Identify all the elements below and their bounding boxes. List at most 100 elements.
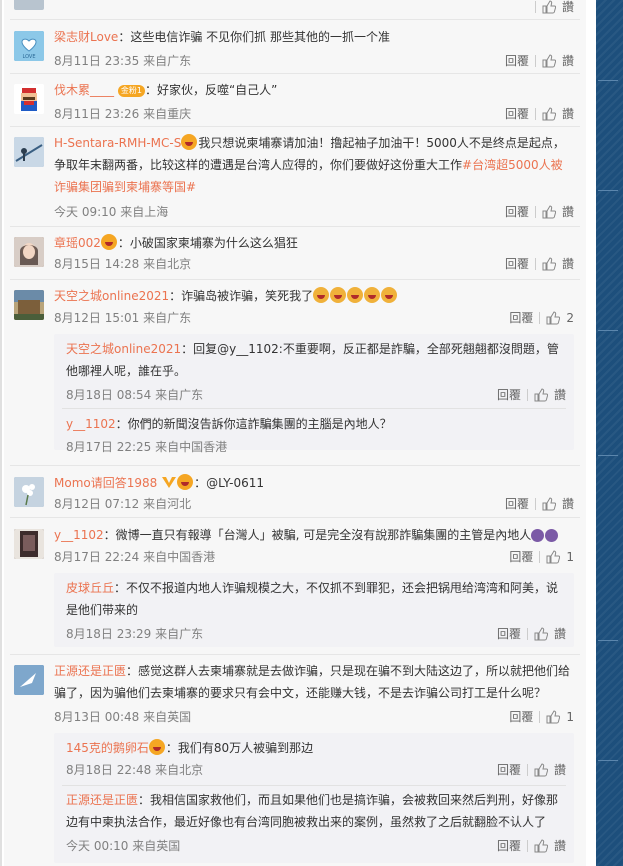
like-button[interactable]: 讚	[554, 837, 566, 854]
avatar[interactable]	[14, 0, 44, 10]
reply-button[interactable]: 回覆	[505, 105, 529, 122]
like-icon[interactable]	[546, 310, 561, 325]
comment-meta: 8月12日 15:01 来自广东	[54, 311, 192, 325]
reply-button[interactable]: 回覆	[497, 761, 521, 778]
avatar[interactable]	[14, 137, 44, 167]
like-button[interactable]: 讚	[554, 761, 566, 778]
like-button[interactable]: 讚	[554, 625, 566, 642]
comment-item: H-Sentara-RMH-MC-S 我只想说柬埔寨请加油！撸起袖子加油干！500…	[4, 131, 586, 225]
comment-item: 伐木累____ 金粉1 ：好家伙，反噬“自己人” 8月11日 23:26 来自重庆…	[4, 78, 586, 126]
like-icon[interactable]	[542, 53, 556, 68]
separator	[10, 517, 580, 518]
replier-name[interactable]: 皮球丘丘	[66, 581, 114, 595]
commenter-name[interactable]: 正源还是正匮	[54, 664, 126, 678]
comment-actions: 讚	[534, 0, 574, 15]
replier-name[interactable]: 145克的鹅卵石	[66, 741, 149, 755]
comment-item: LOVE 梁志财Love：这些电信诈骗 不见你们抓 那些其他的一抓一个准 8月1…	[4, 25, 586, 73]
comment-text: ：这些电信诈骗 不见你们抓 那些其他的一抓一个准	[118, 30, 390, 44]
reply-meta: 8月18日 22:48 来自北京	[66, 763, 204, 777]
fan-badge: 金粉1	[117, 85, 145, 97]
like-button[interactable]: 讚	[562, 255, 574, 272]
comment-meta: 8月17日 22:24 来自中国香港	[54, 550, 216, 564]
avatar[interactable]	[14, 529, 44, 559]
laughing-emoji-icon	[347, 287, 364, 303]
comment-meta: 8月11日 23:35 来自广东	[54, 54, 192, 68]
like-count[interactable]: 2	[566, 311, 574, 325]
replier-name[interactable]: y__1102	[66, 417, 116, 431]
like-count[interactable]: 1	[566, 550, 574, 564]
reply-button[interactable]: 回覆	[505, 52, 529, 69]
avatar[interactable]	[14, 477, 44, 507]
divider	[534, 497, 536, 510]
like-button[interactable]: 讚	[554, 386, 566, 403]
commenter-name[interactable]: y__1102	[54, 528, 104, 542]
reply-button[interactable]: 回覆	[505, 495, 529, 512]
rail-decoration	[598, 640, 618, 641]
comment-meta: 今天 09:10 来自上海	[54, 205, 169, 219]
commenter-name[interactable]: H-Sentara-RMH-MC-S	[54, 136, 181, 150]
avatar[interactable]	[14, 665, 44, 695]
like-icon[interactable]	[542, 0, 556, 14]
reply-button[interactable]: 回覆	[497, 837, 521, 854]
like-icon[interactable]	[546, 709, 561, 724]
like-icon[interactable]	[534, 762, 548, 777]
reply-text: ：我相信国家救他们，而且如果他们也是搞诈骗，会被救回来然后判刑，好像那边有中柬执…	[66, 793, 559, 829]
commenter-name[interactable]: Momo请回答1988	[54, 476, 157, 490]
divider	[526, 763, 528, 776]
comment-item: 章瑶002 ：小破国家柬埔寨为什么这么猖狂 8月15日 14:28 来自北京 回覆…	[4, 231, 586, 279]
commenter-name[interactable]: 章瑶002	[54, 236, 101, 250]
replier-name[interactable]: 天空之城online2021	[66, 342, 181, 356]
reply-button[interactable]: 回覆	[509, 548, 533, 565]
reply-button[interactable]: 回覆	[497, 386, 521, 403]
laughing-emoji-icon	[381, 287, 398, 303]
reply-button[interactable]: 回覆	[497, 625, 521, 642]
commenter-name[interactable]: 伐木累____	[54, 83, 114, 97]
avatar[interactable]	[14, 290, 44, 320]
like-icon[interactable]	[542, 256, 556, 271]
reply-text: ：我们有80万人被骗到那边	[165, 741, 314, 755]
avatar[interactable]	[14, 84, 44, 114]
like-count[interactable]: 1	[566, 710, 574, 724]
like-button[interactable]: 讚	[562, 105, 574, 122]
rail-decoration	[598, 80, 618, 81]
like-icon[interactable]	[542, 496, 556, 511]
reply-thread: 皮球丘丘：不仅不报道内地人诈骗规模之大，不仅抓不到罪犯，还会把锅甩给湾湾和阿美，…	[54, 573, 574, 647]
comment-text: ：微博一直只有報導「台灣人」被騙, 可是完全沒有說那詐騙集團的主管是內地人	[103, 528, 532, 542]
divider	[526, 627, 528, 640]
like-icon[interactable]	[534, 838, 548, 853]
separator	[10, 126, 580, 127]
replier-name[interactable]: 正源还是正匮	[66, 793, 138, 807]
like-button[interactable]: 讚	[562, 203, 574, 220]
person-emoji-icon	[545, 529, 559, 542]
reply-button[interactable]: 回覆	[505, 255, 529, 272]
reply-button[interactable]: 回覆	[509, 708, 533, 725]
like-button[interactable]: 讚	[562, 495, 574, 512]
like-label[interactable]: 讚	[562, 0, 574, 15]
reply-meta: 8月18日 23:29 来自广东	[66, 627, 204, 641]
divider	[526, 388, 528, 401]
like-icon[interactable]	[534, 626, 548, 641]
page-left-edge	[0, 0, 2, 866]
commenter-name[interactable]: 天空之城online2021	[54, 289, 169, 303]
reply-button[interactable]: 回覆	[505, 203, 529, 220]
comment-text: ：好家伙，反噬“自己人”	[144, 83, 278, 97]
divider	[539, 550, 541, 563]
divider	[534, 107, 536, 120]
like-button[interactable]: 讚	[562, 52, 574, 69]
comment-item: 正源还是正匮：感觉这群人去柬埔寨就是去做诈骗，只是现在骗不到大陆这边了，所以就把…	[4, 659, 586, 866]
commenter-name[interactable]: 梁志财Love	[54, 30, 118, 44]
svg-text:LOVE: LOVE	[22, 54, 35, 60]
divider	[539, 311, 541, 324]
comment-feed: 讚 LOVE 梁志财Love：这些电信诈骗 不见你们抓 那些其他的一抓一个准 8…	[4, 0, 586, 866]
reply-meta: 8月18日 08:54 来自广东	[66, 388, 204, 402]
like-icon[interactable]	[534, 387, 548, 402]
reply-button[interactable]: 回覆	[509, 309, 533, 326]
like-icon[interactable]	[546, 549, 561, 564]
rail-decoration	[598, 190, 618, 191]
reply-text: ：不仅不报道内地人诈骗规模之大，不仅抓不到罪犯，还会把锅甩给湾湾和阿美，说是他们…	[66, 581, 559, 617]
comment-item: Momo请回答1988 ：@LY-0611 8月12日 07:12 来自河北 回…	[4, 471, 586, 517]
like-icon[interactable]	[542, 204, 556, 219]
like-icon[interactable]	[542, 106, 556, 121]
avatar[interactable]: LOVE	[14, 31, 44, 61]
avatar[interactable]	[14, 237, 44, 267]
